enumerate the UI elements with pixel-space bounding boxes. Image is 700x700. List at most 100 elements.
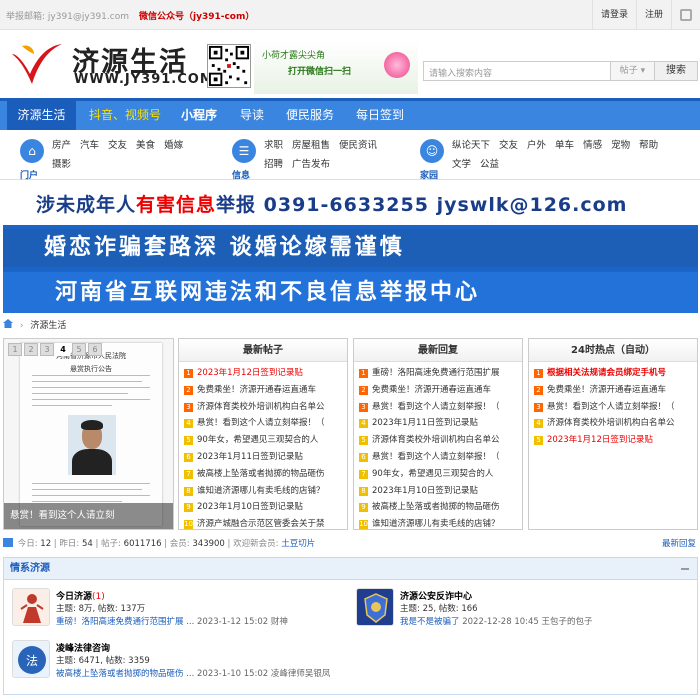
rank-badge: 2 — [534, 385, 543, 395]
forum-board[interactable]: 今日济源(1) 主题: 8万, 帖数: 137万 重磅！洛阳高速免费通行范围扩展… — [8, 586, 338, 630]
subnav-link[interactable]: 便民资讯 — [339, 140, 377, 151]
subnav-link[interactable]: 招聘 — [264, 159, 283, 170]
subnav-link[interactable]: 单车 — [555, 140, 574, 151]
breadcrumb-item[interactable]: 济源生活 — [30, 321, 66, 331]
wechat-promo[interactable]: 小荷才露尖尖角 打开微信扫一扫 — [254, 42, 418, 94]
nav-item-douyin[interactable]: 抖音、视频号 — [89, 101, 161, 130]
rank-badge: 2 — [184, 385, 193, 395]
nav-item-guide[interactable]: 导读 — [240, 101, 264, 130]
list-item[interactable]: 8 谁知道济源哪儿有卖毛线的店铺？ — [184, 483, 343, 500]
community-icon[interactable]: ☺ — [420, 139, 444, 163]
lotus-icon — [384, 52, 410, 78]
subnav-link[interactable]: 求职 — [264, 140, 283, 151]
forum-section-header[interactable]: 情系济源 — [4, 558, 697, 580]
law-firm-icon[interactable]: 法 — [12, 640, 50, 678]
subnav-group-label[interactable]: 家园 — [420, 168, 438, 181]
list-item[interactable]: 2 免费乘坐！济源开通春运直通车 — [359, 382, 518, 399]
forum-board[interactable]: 法 凌峰法律咨询 主题: 6471, 帖数: 3359 被高楼上坠落或者抛掷的物… — [8, 638, 338, 682]
info-icon[interactable]: ☰ — [232, 139, 256, 163]
list-item[interactable]: 10 济源产城融合示范区管委会关于禁 — [184, 516, 343, 529]
subnav-link[interactable]: 美食 — [136, 140, 155, 151]
subnav-link[interactable]: 房屋租售 — [292, 140, 330, 151]
list-item[interactable]: 1 2023年1月12日签到记录贴 — [184, 365, 343, 382]
board-name[interactable]: 今日济源 — [56, 592, 92, 602]
subnav-link[interactable]: 房产 — [52, 140, 71, 151]
list-item[interactable]: 7 被高楼上坠落或者抛掷的物品砸伤 — [184, 466, 343, 483]
latest-reply-link[interactable]: 最新回复 — [662, 536, 696, 552]
search-button[interactable]: 搜索 — [655, 61, 698, 81]
newest-member-link[interactable]: 土豆切片 — [281, 539, 315, 549]
subnav-link[interactable]: 文学 — [452, 159, 471, 170]
list-item[interactable]: 5 90年女，希望遇见三观契合的人 — [184, 432, 343, 449]
subnav-link[interactable]: 户外 — [527, 140, 546, 151]
list-item[interactable]: 2 免费乘坐！济源开通春运直通车 — [534, 382, 693, 399]
subnav-link[interactable]: 汽车 — [80, 140, 99, 151]
list-item[interactable]: 3 济源体育类校外培训机构白名单公 — [184, 399, 343, 416]
list-item[interactable]: 3 悬赏！看到这个人请立刻举报！（ — [359, 399, 518, 416]
list-item[interactable]: 9 被高楼上坠落或者抛掷的物品砸伤 — [359, 499, 518, 516]
slider-tab[interactable]: 2 — [24, 343, 38, 356]
last-post-title[interactable]: 重磅！洛阳高速免费通行范围扩展 ... — [56, 617, 194, 627]
subnav-link[interactable]: 交友 — [499, 140, 518, 151]
list-item[interactable]: 5 济源体育类校外培训机构白名单公 — [359, 432, 518, 449]
list-item[interactable]: 7 90年女，希望遇见三观契合的人 — [359, 466, 518, 483]
nav-item-home[interactable]: 济源生活 — [7, 101, 76, 130]
rank-badge: 1 — [359, 369, 368, 378]
subnav-link[interactable]: 广告发布 — [292, 159, 330, 170]
board-today-icon[interactable] — [12, 588, 50, 626]
subnav-link[interactable]: 宠物 — [611, 140, 630, 151]
subnav-link[interactable]: 交友 — [108, 140, 127, 151]
list-item[interactable]: 8 2023年1月10日签到记录贴 — [359, 483, 518, 500]
police-badge-icon[interactable] — [356, 588, 394, 626]
svg-text:法: 法 — [26, 654, 38, 668]
last-post-title[interactable]: 被高楼上坠落或者抛掷的物品砸伤 ... — [56, 669, 194, 679]
image-slider[interactable]: 河南省济源市人民法院 悬赏执行公告 1 2 3 4 5 6 悬赏！看到这个人请立… — [3, 338, 174, 530]
subnav-link[interactable]: 公益 — [480, 159, 499, 170]
search-scope-select[interactable]: 帖子 ▾ — [611, 61, 655, 81]
list-item[interactable]: 4 2023年1月11日签到记录贴 — [359, 415, 518, 432]
forum-stats: 今日: 12 | 昨日: 54 | 帖子: 6011716 | 会员: 3439… — [3, 536, 698, 552]
board-name[interactable]: 凌峰法律咨询 — [56, 644, 110, 654]
subnav-group-label[interactable]: 门户 — [20, 168, 38, 181]
subnav-link[interactable]: 摄影 — [52, 159, 71, 170]
list-item[interactable]: 6 2023年1月11日签到记录贴 — [184, 449, 343, 466]
banner-line-3: 河南省互联网违法和不良信息举报中心 — [3, 272, 698, 313]
slider-tab[interactable]: 6 — [88, 343, 102, 356]
list-item[interactable]: 1 重磅！洛阳高速免费通行范围扩展 — [359, 365, 518, 382]
list-item[interactable]: 9 2023年1月10日签到记录贴 — [184, 499, 343, 516]
slider-tab[interactable]: 1 — [8, 343, 22, 356]
subnav-link[interactable]: 帮助 — [639, 140, 658, 151]
rank-badge: 5 — [534, 436, 543, 446]
report-banner[interactable]: 涉未成年人有害信息举报 0391-6633255 jyswlk@126.com … — [3, 186, 698, 313]
register-link[interactable]: 注册 — [635, 0, 671, 30]
list-item[interactable]: 5 2023年1月12日签到记录贴 — [534, 432, 693, 449]
nav-item-miniprogram[interactable]: 小程序 — [181, 101, 217, 130]
list-item[interactable]: 6 悬赏！看到这个人请立刻举报！（ — [359, 449, 518, 466]
rss-button[interactable] — [671, 0, 700, 30]
slide-caption[interactable]: 悬赏！看到这个人请立刻 — [4, 503, 173, 529]
list-item[interactable]: 4 悬赏！看到这个人请立刻举报！（ — [184, 415, 343, 432]
board-name[interactable]: 济源公安反诈中心 — [400, 592, 472, 602]
list-item[interactable]: 3 悬赏！看到这个人请立刻举报！（ — [534, 399, 693, 416]
list-item[interactable]: 2 免费乘坐！济源开通春运直通车 — [184, 382, 343, 399]
slider-tab-active[interactable]: 4 — [56, 343, 70, 356]
nav-item-checkin[interactable]: 每日签到 — [356, 101, 404, 130]
forum-board[interactable]: 济源公安反诈中心 主题: 25, 帖数: 166 我是不是被骗了 2022-12… — [352, 586, 682, 630]
search-input[interactable]: 请输入搜索内容 — [423, 61, 611, 81]
nav-item-services[interactable]: 便民服务 — [286, 101, 334, 130]
home-icon[interactable] — [3, 319, 13, 328]
subnav-link[interactable]: 婚嫁 — [164, 140, 183, 151]
collapse-icon[interactable] — [681, 568, 689, 570]
subnav-group-label[interactable]: 信息 — [232, 168, 250, 181]
subnav-link[interactable]: 纵论天下 — [452, 140, 490, 151]
list-item[interactable]: 4 济源体育类校外培训机构白名单公 — [534, 415, 693, 432]
slider-tab[interactable]: 3 — [40, 343, 54, 356]
login-link[interactable]: 请登录 — [591, 0, 636, 30]
site-logo-icon[interactable] — [8, 40, 66, 92]
list-item[interactable]: 10 谁知道济源哪儿有卖毛线的店铺？ — [359, 516, 518, 529]
last-post-title[interactable]: 我是不是被骗了 — [400, 617, 460, 627]
subnav-link[interactable]: 情感 — [583, 140, 602, 151]
slider-tab[interactable]: 5 — [72, 343, 86, 356]
portal-icon[interactable]: ⌂ — [20, 139, 44, 163]
list-item[interactable]: 1 根据相关法规请会员绑定手机号 — [534, 365, 693, 382]
